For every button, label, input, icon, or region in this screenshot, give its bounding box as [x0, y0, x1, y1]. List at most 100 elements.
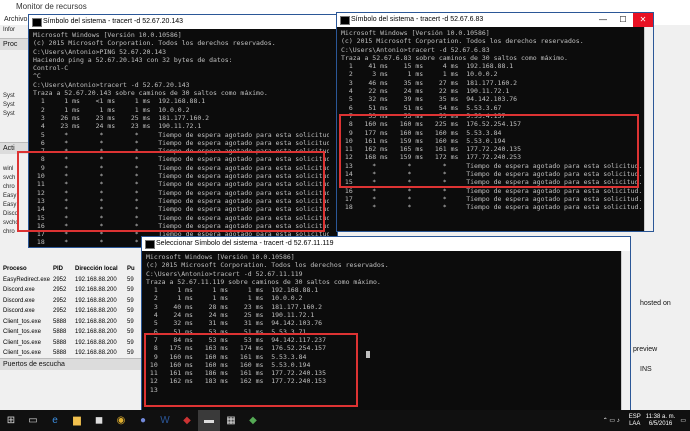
discord-icon[interactable]: ● — [132, 410, 154, 431]
table-cell-port: 59 — [127, 297, 134, 304]
console-3-titlebar[interactable]: Seleccionar Símbolo del sistema - tracer… — [142, 237, 630, 251]
start-button[interactable]: ⊞ — [0, 410, 22, 431]
table-row[interactable]: Client_tos.exe 5888 192.168.88.200 59 — [0, 348, 140, 359]
console-window-1[interactable]: Símbolo del sistema - tracert -d 52.67.2… — [17, 14, 338, 248]
chrome-icon[interactable]: ◉ — [110, 410, 132, 431]
table-row[interactable]: Client_tos.exe 5888 192.168.88.200 59 — [0, 317, 140, 328]
console-line: C:\Users\Antonio>tracert -d 52.67.11.119 — [146, 269, 303, 278]
resmon-tab[interactable]: Infor — [0, 26, 28, 35]
console-line: 2 1 ms 1 ms 1 ms 10.0.0.2 — [146, 294, 303, 303]
table-cell-port: 59 — [127, 287, 134, 293]
console-line: C:\Users\Antonio>tracert -d 52.67.20.143 — [33, 80, 190, 89]
table-cell-port: 59 — [127, 308, 134, 314]
list-item[interactable]: Syst — [0, 101, 28, 110]
console-line: 2 3 ms 1 ms 1 ms 10.0.0.2 — [341, 70, 498, 79]
table-cell-proc: Client_tos.exe — [3, 339, 42, 346]
table-cell-addr: 192.168.88.200 — [75, 308, 117, 314]
highlight-box-route — [339, 114, 639, 188]
word-icon[interactable]: W — [154, 410, 176, 431]
listening-ports-section[interactable]: Puertos de escucha — [0, 358, 143, 370]
console-line: Control-C — [33, 64, 69, 73]
list-item[interactable]: Syst — [0, 92, 28, 101]
text-cursor — [366, 351, 370, 358]
console-line: 1 41 ms 15 ms 4 ms 192.168.88.1 — [341, 62, 514, 71]
clock[interactable]: 11:38 a. m. 6/5/2016 — [646, 414, 676, 428]
table-row[interactable]: Client_tos.exe 5888 192.168.88.200 59 — [0, 327, 140, 338]
table-cell-pid: 2952 — [53, 297, 67, 304]
language-code: ESP — [628, 413, 641, 420]
notifications-icon[interactable]: ▭ — [680, 417, 686, 424]
store-icon[interactable]: ◼ — [88, 410, 110, 431]
minimize-icon[interactable]: — — [593, 13, 613, 27]
table-cell-pid: 2952 — [53, 308, 67, 314]
ins-indicator: INS — [640, 366, 652, 373]
console-line: 4 22 ms 24 ms 22 ms 190.11.72.1 — [341, 87, 510, 96]
table-row[interactable]: Discord.exe 2952 192.168.88.200 59 — [0, 285, 140, 296]
console-icon — [32, 18, 42, 27]
table-cell-proc: Client_tos.exe — [3, 329, 42, 335]
console-line: 4 23 ms 24 ms 23 ms 190.11.72.1 — [33, 122, 202, 131]
resmon-taskbar-icon[interactable]: ▦ — [220, 410, 242, 431]
table-cell-pid: 5888 — [53, 339, 67, 346]
close-icon[interactable]: ✕ — [633, 13, 653, 27]
console-line: 2 1 ms 1 ms 1 ms 10.0.0.2 — [33, 105, 190, 114]
table-cell-pid: 2952 — [53, 287, 67, 293]
table-row[interactable]: Client_tos.exe 5888 192.168.88.200 59 — [0, 338, 140, 349]
table-cell-proc: EasyRedirect.exe — [3, 276, 51, 283]
column-port[interactable]: Pu — [127, 264, 139, 275]
console-2-titlebar[interactable]: Símbolo del sistema - tracert -d 52.67.6… — [337, 13, 653, 27]
edge-icon[interactable]: e — [44, 410, 66, 431]
console-1-title: Símbolo del sistema - tracert -d 52.67.2… — [43, 18, 184, 25]
console-line: 6 51 ms 51 ms 54 ms 5.53.3.67 — [341, 103, 502, 112]
highlight-box-timeouts — [17, 151, 325, 232]
console-line: Microsoft Windows [Versión 10.0.10586] — [33, 31, 182, 39]
console-2-title: Símbolo del sistema - tracert -d 52.67.6… — [351, 16, 484, 23]
console-line: Traza a 52.67.11.119 sobre caminos de 30… — [146, 277, 381, 286]
column-pid[interactable]: PID — [53, 264, 75, 275]
language-indicator[interactable]: ESP LAA — [629, 414, 641, 428]
table-row[interactable]: EasyRedirect.exe 2952 192.168.88.200 59 — [0, 275, 140, 286]
maximize-icon[interactable]: ☐ — [613, 13, 633, 27]
app-icon[interactable]: ◆ — [242, 410, 264, 431]
tray-icons[interactable]: ⌃ ▭ ♪ — [603, 417, 620, 424]
console-line: 3 26 ms 23 ms 25 ms 181.177.160.2 — [33, 113, 210, 122]
column-process[interactable]: Proceso — [0, 264, 53, 275]
table-cell-proc: Client_tos.exe — [3, 318, 42, 325]
network-process-table: Proceso PID Dirección local Pu EasyRedir… — [0, 264, 140, 369]
console-icon — [340, 16, 350, 25]
app-icon[interactable]: ◆ — [176, 410, 198, 431]
console-line: 4 24 ms 24 ms 25 ms 190.11.72.1 — [146, 311, 315, 320]
taskbar: ⊞ ▭ e ▆ ◼ ◉ ● W ◆ ▬ ▦ ◆ ⌃ ▭ ♪ ESP LAA 11… — [0, 410, 690, 431]
resmon-tab-strip: Infor — [0, 26, 28, 35]
console-line: Microsoft Windows [Versión 10.0.10586] — [341, 29, 490, 37]
table-cell-proc: Discord.exe — [3, 308, 35, 314]
console-window-3[interactable]: Seleccionar Símbolo del sistema - tracer… — [141, 236, 631, 412]
console-line: 17 * * * Tiempo de espera agotado para e… — [341, 194, 643, 203]
resmon-section-processes[interactable]: Proc — [0, 38, 31, 50]
console-line: 5 * * * Tiempo de espera agotado para es… — [33, 130, 329, 139]
keyboard-layout: LAA — [629, 420, 641, 427]
table-row[interactable]: Discord.exe 2952 192.168.88.200 59 — [0, 296, 140, 307]
console-window-2[interactable]: Símbolo del sistema - tracert -d 52.67.6… — [336, 12, 654, 232]
console-line: Traza a 52.67.20.143 sobre caminos de 30… — [33, 89, 268, 98]
table-cell-pid: 5888 — [53, 329, 67, 335]
console-2-scrollbar[interactable] — [644, 27, 653, 231]
console-line: 6 * * * Tiempo de espera agotado para es… — [33, 138, 329, 147]
table-cell-addr: 192.168.88.200 — [75, 339, 117, 346]
cmd-taskbar-icon[interactable]: ▬ — [198, 410, 220, 431]
console-line: 1 1 ms 1 ms 1 ms 192.168.88.1 — [146, 286, 319, 295]
table-cell-port: 59 — [127, 350, 134, 356]
column-local-address[interactable]: Dirección local — [75, 264, 127, 275]
hosted-on-text: hosted on — [640, 300, 671, 307]
table-cell-pid: 5888 — [53, 318, 67, 325]
console-line: C:\Users\Antonio>PING 52.67.20.143 — [33, 47, 167, 56]
console-icon — [145, 240, 155, 249]
console-line: Traza a 52.67.6.83 sobre caminos de 30 s… — [341, 53, 568, 62]
console-1-titlebar[interactable]: Símbolo del sistema - tracert -d 52.67.2… — [29, 15, 337, 29]
table-row[interactable]: Discord.exe 2952 192.168.88.200 59 — [0, 306, 140, 317]
task-view-icon[interactable]: ▭ — [22, 410, 44, 431]
table-cell-addr: 192.168.88.200 — [75, 287, 117, 293]
folder-icon[interactable]: ▆ — [66, 410, 88, 431]
console-3-scrollbar[interactable] — [621, 251, 630, 411]
list-item[interactable]: Syst — [0, 110, 28, 119]
